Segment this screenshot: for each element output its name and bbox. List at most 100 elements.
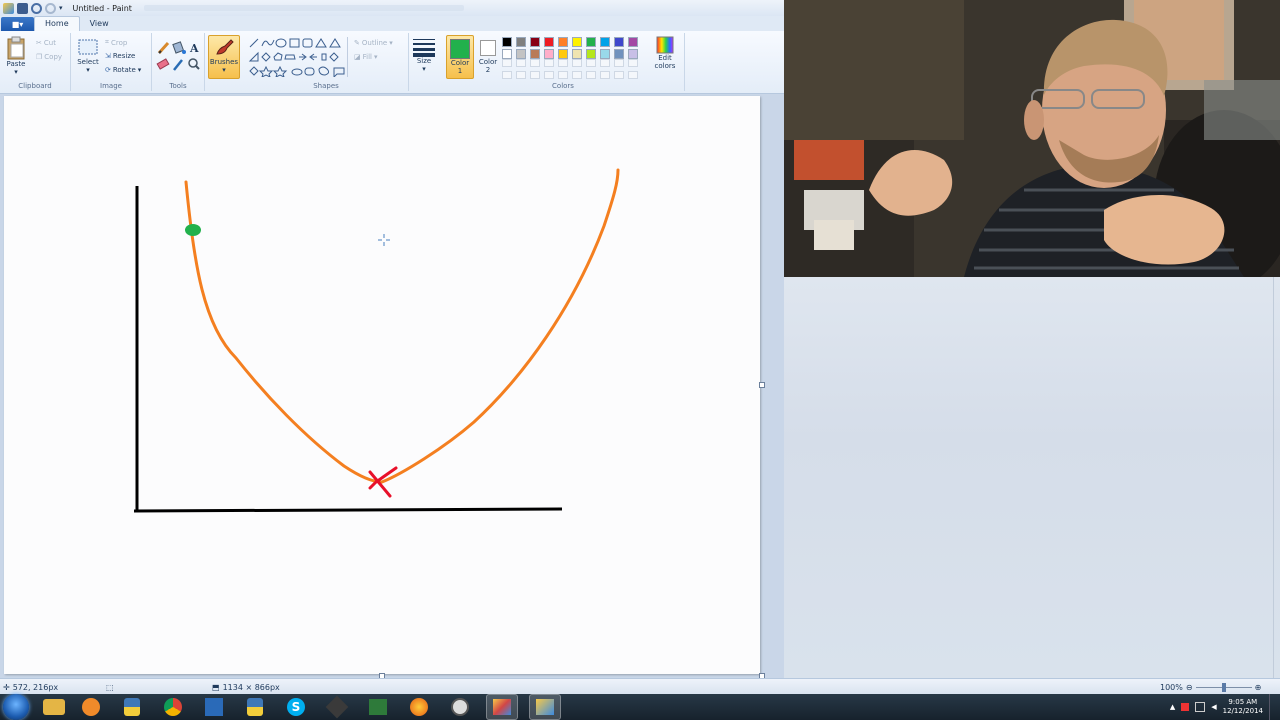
palette-color-swatch[interactable]	[558, 49, 568, 59]
custom-color-slot[interactable]	[544, 59, 554, 67]
palette-color-swatch[interactable]	[572, 49, 582, 59]
custom-color-slot[interactable]	[502, 71, 512, 79]
custom-color-slot[interactable]	[572, 71, 582, 79]
palette-color-swatch[interactable]	[530, 49, 540, 59]
pencil-icon[interactable]	[157, 41, 170, 55]
custom-color-slot[interactable]	[586, 71, 596, 79]
rotate-button[interactable]: ⟳ Rotate ▾	[105, 66, 141, 74]
terminal-icon[interactable]	[363, 695, 393, 719]
custom-color-slot[interactable]	[530, 59, 540, 67]
custom-color-slot[interactable]	[628, 59, 638, 67]
python-icon[interactable]	[117, 695, 147, 719]
custom-color-slot[interactable]	[544, 71, 554, 79]
custom-color-slot[interactable]	[586, 59, 596, 67]
custom-color-slot[interactable]	[614, 59, 624, 67]
paint-menu-button[interactable]: ■▾	[1, 17, 34, 31]
redo-icon[interactable]	[45, 2, 56, 14]
shapes-scroll[interactable]	[347, 37, 352, 77]
color-picker-icon[interactable]	[173, 59, 183, 71]
crop-label: Crop	[110, 38, 128, 47]
tab-view[interactable]: View	[80, 17, 119, 31]
palette-color-swatch[interactable]	[502, 49, 512, 59]
file-explorer-icon[interactable]	[43, 699, 65, 715]
palette-color-swatch[interactable]	[628, 49, 638, 59]
media-player-icon[interactable]	[76, 695, 106, 719]
save-icon[interactable]	[17, 2, 28, 14]
custom-color-slot[interactable]	[558, 71, 568, 79]
size-button[interactable]: Size ▾	[412, 37, 436, 73]
flag-icon[interactable]	[1181, 703, 1190, 711]
outline-icon: ✎	[354, 39, 360, 47]
start-button[interactable]	[3, 694, 29, 720]
palette-color-swatch[interactable]	[586, 49, 596, 59]
game-icon[interactable]	[322, 695, 352, 719]
zoom-slider-thumb[interactable]	[1221, 682, 1226, 692]
palette-color-swatch[interactable]	[614, 37, 624, 47]
custom-color-slot[interactable]	[572, 59, 582, 67]
skype-icon[interactable]: S	[281, 695, 311, 719]
show-hidden-icons-icon[interactable]: ▲	[1170, 703, 1175, 711]
drawing-canvas[interactable]	[4, 96, 760, 674]
palette-color-swatch[interactable]	[544, 49, 554, 59]
resize-button[interactable]: ⇲ Resize	[105, 52, 135, 60]
customize-qat-icon[interactable]: ▾	[59, 4, 63, 12]
fill-button[interactable]: ◪ Fill ▾	[354, 53, 378, 61]
palette-color-swatch[interactable]	[586, 37, 596, 47]
select-button[interactable]: Select ▾	[77, 36, 99, 74]
palette-color-swatch[interactable]	[502, 37, 512, 47]
shapes-gallery[interactable]	[247, 37, 351, 77]
paint-taskbar-icon[interactable]	[486, 694, 518, 720]
custom-color-slot[interactable]	[516, 59, 526, 67]
custom-color-slot[interactable]	[600, 71, 610, 79]
palette-color-swatch[interactable]	[572, 37, 582, 47]
obs-icon[interactable]	[445, 695, 475, 719]
palette-color-swatch[interactable]	[628, 37, 638, 47]
color1-button[interactable]: Color 1	[446, 35, 474, 79]
palette-color-swatch[interactable]	[558, 37, 568, 47]
palette-color-swatch[interactable]	[516, 49, 526, 59]
palette-color-swatch[interactable]	[600, 49, 610, 59]
tab-home[interactable]: Home	[34, 16, 80, 31]
custom-color-slot[interactable]	[600, 59, 610, 67]
zoom-in-icon[interactable]: ⊕	[1255, 683, 1262, 692]
python-idle-icon[interactable]	[240, 695, 270, 719]
copy-button[interactable]: ❐ Copy	[36, 53, 62, 61]
zoom-slider[interactable]	[1195, 682, 1252, 692]
edit-colors-button[interactable]: Edit colors	[650, 36, 680, 70]
canvas-resize-handle-right[interactable]	[759, 382, 765, 388]
custom-color-slot[interactable]	[502, 59, 512, 67]
color2-button[interactable]: Color 2	[476, 35, 500, 77]
outline-button[interactable]: ✎ Outline ▾	[354, 39, 393, 47]
brushes-button[interactable]: Brushes ▾	[208, 35, 240, 79]
chrome-icon[interactable]	[158, 695, 188, 719]
editor-icon[interactable]	[199, 695, 229, 719]
fill-icon: ◪	[354, 53, 361, 61]
magnifier-icon[interactable]	[188, 58, 200, 70]
fill-bucket-icon[interactable]	[172, 41, 186, 54]
palette-color-swatch[interactable]	[530, 37, 540, 47]
eraser-icon[interactable]	[156, 58, 170, 70]
palette-color-swatch[interactable]	[544, 37, 554, 47]
text-tool-icon[interactable]: A	[189, 42, 199, 55]
volume-icon[interactable]: ◀	[1211, 703, 1216, 711]
firefox-icon[interactable]	[404, 695, 434, 719]
cut-button[interactable]: ✂ Cut	[36, 39, 56, 47]
custom-color-slot[interactable]	[530, 71, 540, 79]
svg-text:A: A	[189, 42, 199, 55]
undo-icon[interactable]	[31, 2, 42, 14]
crop-button[interactable]: ⌗ Crop	[105, 38, 127, 47]
custom-color-slot[interactable]	[516, 71, 526, 79]
palette-color-swatch[interactable]	[600, 37, 610, 47]
custom-color-slot[interactable]	[628, 71, 638, 79]
palette-color-swatch[interactable]	[614, 49, 624, 59]
custom-color-slot[interactable]	[614, 71, 624, 79]
paste-button[interactable]: Paste ▾	[5, 36, 27, 76]
scrollbar-right[interactable]	[1273, 277, 1277, 678]
paint-taskbar-icon-2[interactable]	[529, 694, 561, 720]
network-icon[interactable]	[1195, 702, 1206, 712]
zoom-out-icon[interactable]: ⊖	[1186, 683, 1193, 692]
show-desktop-button[interactable]	[1269, 694, 1276, 720]
custom-color-slot[interactable]	[558, 59, 568, 67]
clock[interactable]: 9:05 AM 12/12/2014	[1223, 698, 1263, 716]
palette-color-swatch[interactable]	[516, 37, 526, 47]
